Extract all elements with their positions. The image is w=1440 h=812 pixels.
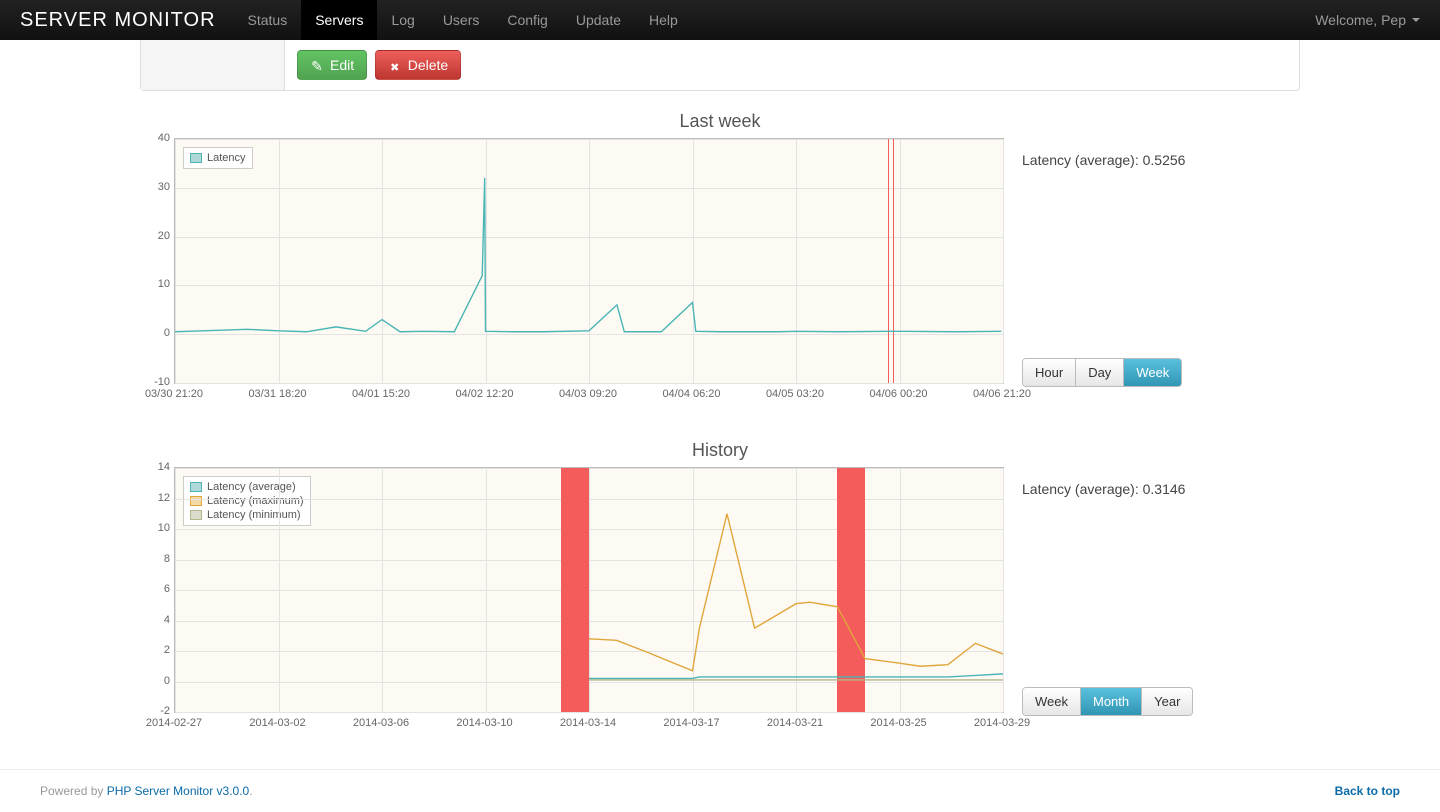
- range-week2[interactable]: Week: [1023, 688, 1080, 715]
- delete-button[interactable]: Delete: [375, 50, 461, 80]
- range-week[interactable]: Week: [1123, 359, 1181, 386]
- week-avg-line: Latency (average): 0.5256: [1022, 152, 1300, 168]
- week-xaxis: 03/30 21:2003/31 18:2004/01 15:2004/02 1…: [174, 388, 1004, 412]
- range-year[interactable]: Year: [1141, 688, 1192, 715]
- user-menu[interactable]: Welcome, Pep: [1315, 12, 1420, 28]
- server-panel: Edit Delete: [140, 40, 1300, 91]
- range-hour[interactable]: Hour: [1023, 359, 1075, 386]
- nav-update[interactable]: Update: [562, 0, 635, 40]
- nav-config[interactable]: Config: [493, 0, 561, 40]
- nav-log[interactable]: Log: [377, 0, 428, 40]
- history-xaxis: 2014-02-272014-03-022014-03-062014-03-10…: [174, 717, 1004, 741]
- footer: Powered by PHP Server Monitor v3.0.0. Ba…: [0, 769, 1440, 812]
- history-avg-label: Latency (average):: [1022, 481, 1139, 497]
- history-avg-value: 0.3146: [1143, 481, 1186, 497]
- nav-help[interactable]: Help: [635, 0, 692, 40]
- nav-users[interactable]: Users: [429, 0, 494, 40]
- week-avg-value: 0.5256: [1143, 152, 1186, 168]
- navbar: SERVER MONITOR Status Servers Log Users …: [0, 0, 1440, 40]
- history-chart-section: History -202468101214 Latency (average) …: [140, 440, 1300, 741]
- week-yaxis: -10010203040: [140, 138, 170, 382]
- panel-body: Edit Delete: [285, 40, 473, 90]
- range-month[interactable]: Month: [1080, 688, 1141, 715]
- history-chart-title: History: [140, 440, 1300, 461]
- range-day[interactable]: Day: [1075, 359, 1123, 386]
- history-plot[interactable]: Latency (average) Latency (maximum) Late…: [174, 467, 1004, 713]
- nav-status[interactable]: Status: [234, 0, 302, 40]
- delete-label: Delete: [408, 57, 448, 73]
- delete-icon: [388, 58, 402, 72]
- dot: .: [249, 784, 252, 798]
- week-plot[interactable]: Latency: [174, 138, 1004, 384]
- product-link[interactable]: PHP Server Monitor v3.0.0: [107, 784, 250, 798]
- week-chart-section: Last week -10010203040 Latency 03/30 21:…: [140, 111, 1300, 412]
- brand[interactable]: SERVER MONITOR: [20, 9, 216, 32]
- week-avg-label: Latency (average):: [1022, 152, 1139, 168]
- week-chart-title: Last week: [140, 111, 1300, 132]
- back-to-top[interactable]: Back to top: [1335, 784, 1400, 798]
- welcome-text: Welcome, Pep: [1315, 12, 1406, 28]
- edit-button[interactable]: Edit: [297, 50, 367, 80]
- week-range-buttons: Hour Day Week: [1022, 358, 1182, 387]
- powered-label: Powered by: [40, 784, 107, 798]
- nav-items: Status Servers Log Users Config Update H…: [234, 0, 692, 40]
- history-yaxis: -202468101214: [140, 467, 170, 711]
- nav-servers[interactable]: Servers: [301, 0, 377, 40]
- caret-down-icon: [1412, 18, 1420, 22]
- edit-icon: [310, 58, 324, 72]
- powered-by: Powered by PHP Server Monitor v3.0.0.: [40, 784, 253, 798]
- panel-sidebar: [141, 40, 285, 90]
- history-avg-line: Latency (average): 0.3146: [1022, 481, 1300, 497]
- edit-label: Edit: [330, 57, 354, 73]
- history-range-buttons: Week Month Year: [1022, 687, 1193, 716]
